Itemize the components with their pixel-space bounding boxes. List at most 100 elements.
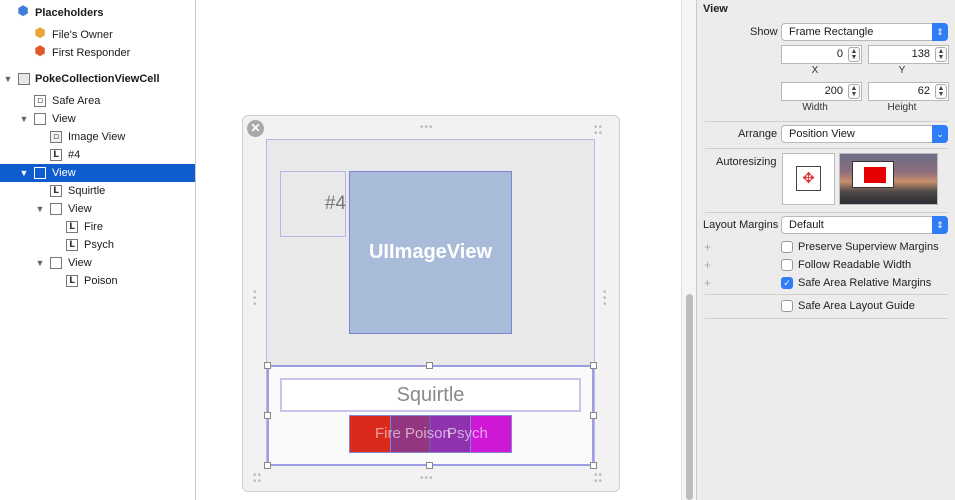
resize-handle[interactable] (590, 362, 597, 369)
outline-item-label: Image View (68, 131, 126, 143)
autoresizing-arrows-icon[interactable]: ✥ (796, 166, 821, 191)
plus-icon[interactable]: + (704, 240, 711, 254)
outline-item-squirtle[interactable]: L Squirtle (0, 182, 195, 200)
y-field[interactable]: 138 ▲ ▼ (868, 45, 949, 64)
resize-handle[interactable] (264, 362, 271, 369)
image-view[interactable]: UIImageView (349, 171, 512, 334)
canvas-scrollbar[interactable] (681, 0, 696, 500)
resize-grip-icon[interactable]: •• •• (594, 123, 603, 139)
outline-item-types-view[interactable]: ▼ View (0, 200, 195, 218)
chevron-down-icon: ⌄ (932, 125, 948, 143)
divider (705, 294, 948, 295)
view-icon: ▫ (34, 95, 46, 107)
stepper-icon[interactable]: ▲ ▼ (848, 47, 860, 62)
label-icon: L (66, 221, 78, 233)
chevron-updown-icon: ⇕ (932, 216, 948, 234)
cube-icon: ⬢ (34, 44, 46, 59)
inspector-section-title: View (703, 3, 728, 15)
divider (705, 148, 948, 149)
resize-handle[interactable] (590, 412, 597, 419)
close-scene-icon[interactable]: ✕ (247, 120, 264, 137)
follow-readable-width-checkbox[interactable] (781, 259, 793, 271)
resize-handle[interactable] (426, 362, 433, 369)
layout-margins-popup[interactable]: Default ⇕ (781, 216, 948, 234)
outline-item-safe-area[interactable]: ▫ Safe Area (0, 92, 195, 110)
outline-item-view[interactable]: ▼ View (0, 110, 195, 128)
collection-cell-icon (18, 73, 30, 85)
safe-area-layout-guide-label[interactable]: Safe Area Layout Guide (798, 300, 915, 312)
preserve-superview-margins-checkbox[interactable] (781, 241, 793, 253)
arrange-popup[interactable]: Position View ⌄ (781, 125, 948, 143)
resize-handle[interactable] (590, 462, 597, 469)
outline-item-label: Psych (84, 239, 114, 251)
resize-grip-icon[interactable]: ••• (420, 474, 434, 484)
arrange-popup-value: Position View (789, 128, 855, 140)
divider (705, 212, 948, 213)
outline-item-psych[interactable]: L Psych (0, 236, 195, 254)
outline-item-label: Poison (84, 275, 118, 287)
width-field[interactable]: 200 ▲ ▼ (781, 82, 862, 101)
safe-area-layout-guide-checkbox[interactable] (781, 300, 793, 312)
type-poison-label[interactable]: Poison (405, 415, 451, 453)
height-caption: Height (887, 102, 917, 113)
view-icon (50, 203, 62, 215)
disclosure-triangle-icon[interactable]: ▼ (18, 110, 30, 128)
layout-margins-label: Layout Margins (703, 219, 779, 231)
cube-icon: ⬢ (34, 26, 46, 41)
outline-item-fire[interactable]: L Fire (0, 218, 195, 236)
scrollbar-thumb[interactable] (686, 294, 693, 500)
disclosure-triangle-icon[interactable]: ▼ (18, 164, 30, 182)
outline-item-poke-cell[interactable]: ▼ PokeCollectionViewCell (0, 70, 195, 88)
outline-item-label: First Responder (52, 47, 131, 59)
resize-grip-icon[interactable]: •• •• (253, 471, 262, 487)
safe-area-relative-margins-label[interactable]: Safe Area Relative Margins (798, 277, 931, 289)
show-label: Show (750, 26, 778, 38)
width-caption: Width (802, 102, 828, 113)
x-field[interactable]: 0 ▲ ▼ (781, 45, 862, 64)
disclosure-triangle-icon[interactable]: ▼ (2, 70, 14, 88)
type-fire-label[interactable]: Fire (375, 415, 401, 453)
type-psych-label[interactable]: Psych (447, 415, 488, 453)
stepper-icon[interactable]: ▲ ▼ (935, 84, 947, 99)
autoresizing-label: Autoresizing (716, 156, 777, 168)
follow-readable-width-label[interactable]: Follow Readable Width (798, 259, 911, 271)
disclosure-triangle-icon[interactable]: ▼ (34, 200, 46, 218)
resize-grip-icon[interactable]: ••• (253, 288, 259, 310)
outline-item-label: #4 (68, 149, 81, 161)
label-icon: L (50, 149, 62, 161)
safe-area-relative-margins-checkbox[interactable]: ✓ (781, 277, 793, 289)
outline-item-number-label[interactable]: L #4 (0, 146, 195, 164)
cube-icon: ⬢ (17, 4, 29, 19)
disclosure-triangle-icon[interactable]: ▼ (34, 254, 46, 272)
divider (705, 121, 948, 122)
outline-item-image-view[interactable]: ▫ Image View (0, 128, 195, 146)
resize-grip-icon[interactable]: •• •• (594, 471, 603, 487)
number-label[interactable]: #4 (280, 171, 346, 237)
outline-item-files-owner[interactable]: ⬢ File's Owner (0, 26, 195, 44)
resize-handle[interactable] (264, 412, 271, 419)
preserve-superview-margins-label[interactable]: Preserve Superview Margins (798, 241, 939, 253)
document-outline: ⬢ Placeholders ⬢ File's Owner ⬢ First Re… (0, 0, 196, 500)
show-popup[interactable]: Frame Rectangle ⇕ (781, 23, 948, 41)
outline-item-view-selected[interactable]: ▼ View (0, 164, 195, 182)
arrange-label: Arrange (738, 128, 778, 140)
outline-item-label: View (68, 257, 92, 269)
resize-handle[interactable] (426, 462, 433, 469)
outline-item-poison[interactable]: L Poison (0, 272, 195, 290)
outline-item-placeholders[interactable]: ⬢ Placeholders (0, 4, 195, 22)
stepper-icon[interactable]: ▲ ▼ (935, 47, 947, 62)
outline-item-label: View (68, 203, 92, 215)
y-field-value: 138 (911, 48, 930, 60)
resize-handle[interactable] (264, 462, 271, 469)
outline-item-label: File's Owner (52, 29, 113, 41)
view-icon (34, 113, 46, 125)
height-field[interactable]: 62 ▲ ▼ (868, 82, 949, 101)
resize-grip-icon[interactable]: ••• (603, 288, 609, 310)
resize-grip-icon[interactable]: ••• (420, 123, 434, 133)
plus-icon[interactable]: + (704, 258, 711, 272)
outline-item-first-responder[interactable]: ⬢ First Responder (0, 44, 195, 62)
outline-item-poison-view[interactable]: ▼ View (0, 254, 195, 272)
stepper-icon[interactable]: ▲ ▼ (848, 84, 860, 99)
plus-icon[interactable]: + (704, 276, 711, 290)
name-label[interactable]: Squirtle (280, 378, 581, 412)
